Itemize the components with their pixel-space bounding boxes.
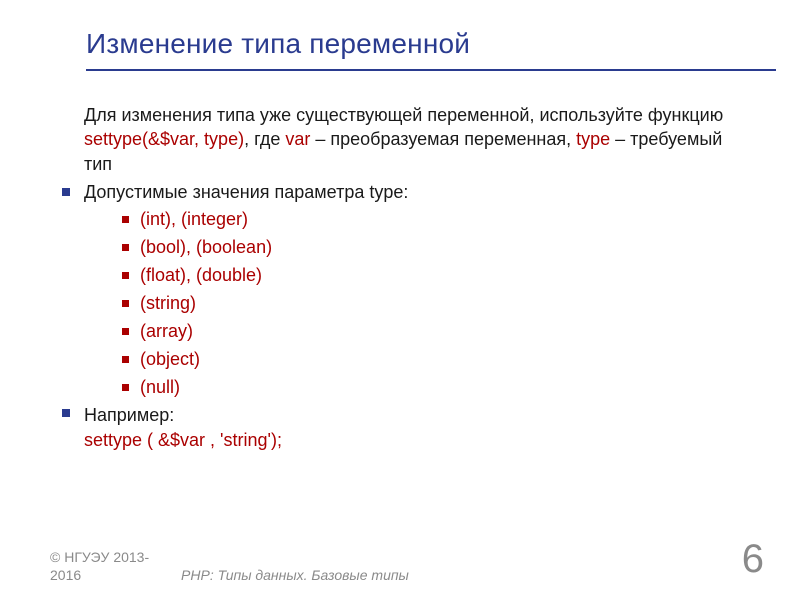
intro-pre: Для изменения типа уже существующей пере… (84, 105, 723, 125)
list-item: (object) (122, 346, 750, 374)
intro-paragraph: Для изменения типа уже существующей пере… (60, 103, 750, 176)
list-item: (null) (122, 374, 750, 402)
copyright-line2: 2016 PHP: Типы данных. Базовые типы (50, 567, 409, 585)
copyright-line1: © НГУЭУ 2013- (50, 549, 149, 565)
content-area: Для изменения типа уже существующей пере… (0, 71, 800, 452)
param-line: Допустимые значения параметра type: (int… (60, 180, 750, 402)
list-item: (bool), (boolean) (122, 234, 750, 262)
list-item: (array) (122, 318, 750, 346)
intro-mid2: – преобразуемая переменная, (310, 129, 576, 149)
example-block: Например: settype ( &$var , 'string'); (60, 401, 750, 452)
list-item: (string) (122, 290, 750, 318)
title-block: Изменение типа переменной (0, 0, 800, 71)
intro-var: var (285, 129, 310, 149)
footer: © НГУЭУ 2013- 2016 PHP: Типы данных. Баз… (50, 549, 409, 584)
intro-type: type (576, 129, 610, 149)
main-list: Для изменения типа уже существующей пере… (60, 103, 750, 452)
copyright-year: 2016 (50, 567, 81, 583)
example-label: Например: (84, 405, 174, 425)
slide-title: Изменение типа переменной (86, 28, 800, 60)
param-text: Допустимые значения параметра type: (84, 182, 408, 202)
intro-mid1: , где (244, 129, 285, 149)
intro-fn: settype(&$var, type) (84, 129, 244, 149)
list-item: (int), (integer) (122, 206, 750, 234)
footer-subject: PHP: Типы данных. Базовые типы (85, 567, 409, 583)
types-list: (int), (integer) (bool), (boolean) (floa… (84, 204, 750, 401)
list-item: (float), (double) (122, 262, 750, 290)
example-code: settype ( &$var , 'string'); (84, 428, 750, 452)
page-number: 6 (742, 537, 764, 582)
